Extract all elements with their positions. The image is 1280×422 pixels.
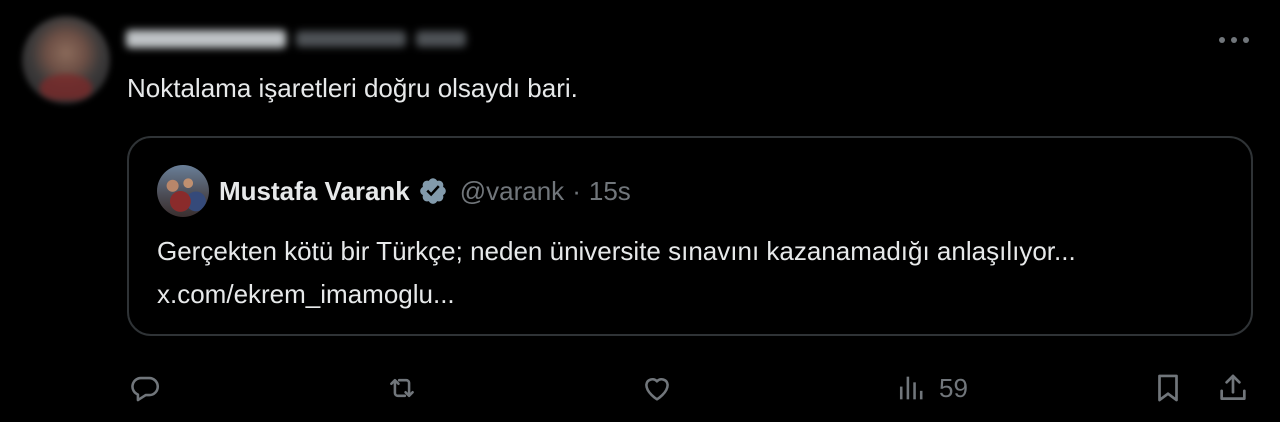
quoted-tweet-header: Mustafa Varank @varank · 15s — [157, 164, 631, 218]
share-icon — [1216, 371, 1250, 405]
quoted-tweet-card[interactable]: Mustafa Varank @varank · 15s Gerçekten k… — [127, 136, 1253, 336]
quoted-author-handle[interactable]: @varank — [460, 176, 564, 207]
tweet-text: Noktalama işaretleri doğru olsaydı bari. — [127, 73, 578, 103]
verified-badge-icon — [416, 174, 450, 208]
heart-icon — [639, 371, 675, 405]
quoted-author-avatar[interactable] — [157, 165, 209, 217]
reply-button[interactable] — [128, 364, 162, 412]
views-button[interactable]: 59 — [895, 364, 968, 412]
like-button[interactable] — [639, 364, 675, 412]
author-name-blurred — [126, 30, 286, 48]
author-info-blurred — [126, 26, 466, 52]
views-icon — [895, 371, 929, 405]
share-button[interactable] — [1216, 364, 1250, 412]
more-options-icon[interactable] — [1214, 28, 1254, 52]
action-bar: 59 — [0, 364, 1280, 412]
retweet-icon — [384, 371, 420, 405]
quoted-author-name[interactable]: Mustafa Varank — [219, 176, 410, 207]
bookmark-button[interactable] — [1151, 364, 1185, 412]
separator-dot: · — [572, 175, 581, 206]
author-handle-blurred — [296, 31, 406, 47]
timestamp-blurred — [416, 31, 466, 47]
author-avatar[interactable] — [22, 16, 110, 104]
views-count: 59 — [939, 372, 968, 403]
quoted-tweet-text: Gerçekten kötü bir Türkçe; neden ünivers… — [157, 236, 1076, 309]
quoted-timestamp[interactable]: 15s — [589, 176, 631, 207]
bookmark-icon — [1151, 371, 1185, 405]
retweet-button[interactable] — [384, 364, 420, 412]
reply-icon — [128, 371, 162, 405]
